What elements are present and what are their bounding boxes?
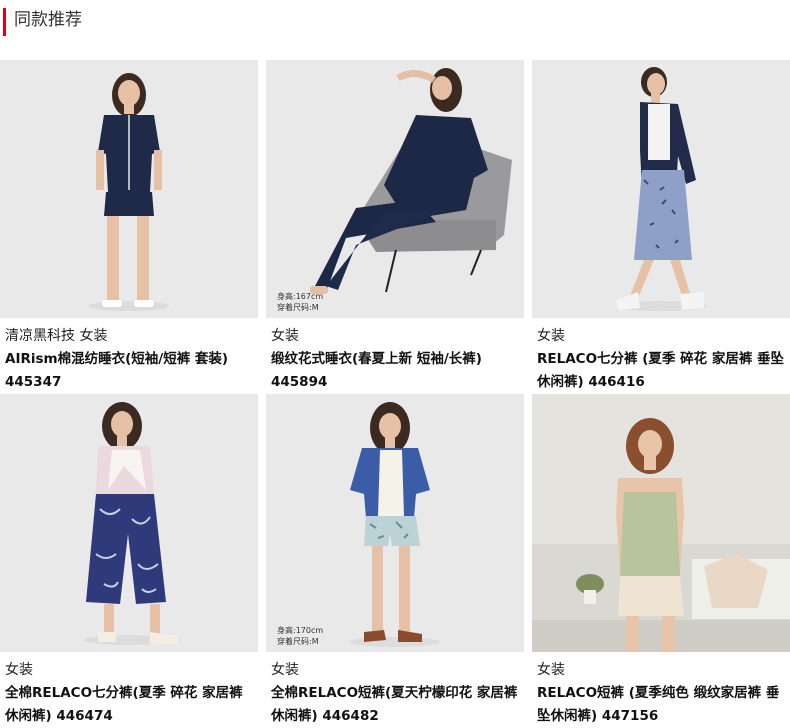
product-title[interactable]: 全棉RELACO短裤(夏天柠檬印花 家居裤 休闲裤) [271,685,517,724]
product-image[interactable] [0,394,258,652]
product-card[interactable]: 女装 全棉RELACO七分裤(夏季 碎花 家居裤 休闲裤) 446474 [0,394,258,724]
section-header: 同款推荐 [0,0,790,40]
size-hint-height: 身高:170cm [277,626,324,635]
product-image[interactable] [266,394,524,652]
product-image[interactable] [532,394,790,652]
size-hint-size: 穿着尺码:M [277,303,319,312]
product-category: 女装 [271,662,299,678]
product-code: 447156 [601,708,659,724]
product-name[interactable]: 缎纹花式睡衣(春夏上新 短袖/长裤) 445894 [271,348,523,394]
product-category: 女装 [537,328,565,344]
product-category: 女装 [5,662,33,678]
product-title[interactable]: 缎纹花式睡衣(春夏上新 短袖/长裤) [271,351,482,367]
product-category: 女装 [271,328,299,344]
product-card[interactable]: 身高:167cm 穿着尺码:M 女装 缎纹花式睡衣(春夏上新 短袖/长裤) 445… [266,60,524,390]
product-image[interactable] [0,60,258,318]
product-name[interactable]: RELACO七分裤 (夏季 碎花 家居裤 垂坠休闲裤) 446416 [537,348,789,394]
product-card[interactable]: 清凉黑科技 女装 AIRism棉混纺睡衣(短袖/短裤 套装) 445347 [0,60,258,390]
product-code: 446482 [322,708,379,724]
product-name[interactable]: AIRism棉混纺睡衣(短袖/短裤 套装) 445347 [5,348,257,394]
product-name[interactable]: RELACO短裤 (夏季纯色 缎纹家居裤 垂坠休闲裤) 447156 [537,682,789,728]
product-card[interactable]: 女装 RELACO七分裤 (夏季 碎花 家居裤 垂坠休闲裤) 446416 [532,60,790,390]
product-code: 445894 [271,374,328,390]
product-category: 清凉黑科技 女装 [5,328,108,344]
product-code: 446416 [588,374,645,390]
product-name[interactable]: 全棉RELACO七分裤(夏季 碎花 家居裤 休闲裤) 446474 [5,682,257,728]
product-name[interactable]: 全棉RELACO短裤(夏天柠檬印花 家居裤 休闲裤) 446482 [271,682,523,728]
product-title[interactable]: AIRism棉混纺睡衣(短袖/短裤 套装) [5,351,228,367]
product-category: 女装 [537,662,565,678]
product-code: 446474 [56,708,113,724]
product-card[interactable]: 女装 RELACO短裤 (夏季纯色 缎纹家居裤 垂坠休闲裤) 447156 [532,394,790,724]
product-image[interactable] [532,60,790,318]
product-card[interactable]: 身高:170cm 穿着尺码:M 女装 全棉RELACO短裤(夏天柠檬印花 家居裤… [266,394,524,724]
size-hint-height: 身高:167cm [277,292,324,301]
section-title: 同款推荐 [14,10,82,30]
size-hint-size: 穿着尺码:M [277,637,319,646]
accent-bar [3,8,6,36]
product-image[interactable] [266,60,524,318]
product-title[interactable]: 全棉RELACO七分裤(夏季 碎花 家居裤 休闲裤) [5,685,243,724]
product-code: 445347 [5,374,62,390]
product-title[interactable]: RELACO七分裤 (夏季 碎花 家居裤 垂坠休闲裤) [537,351,784,390]
